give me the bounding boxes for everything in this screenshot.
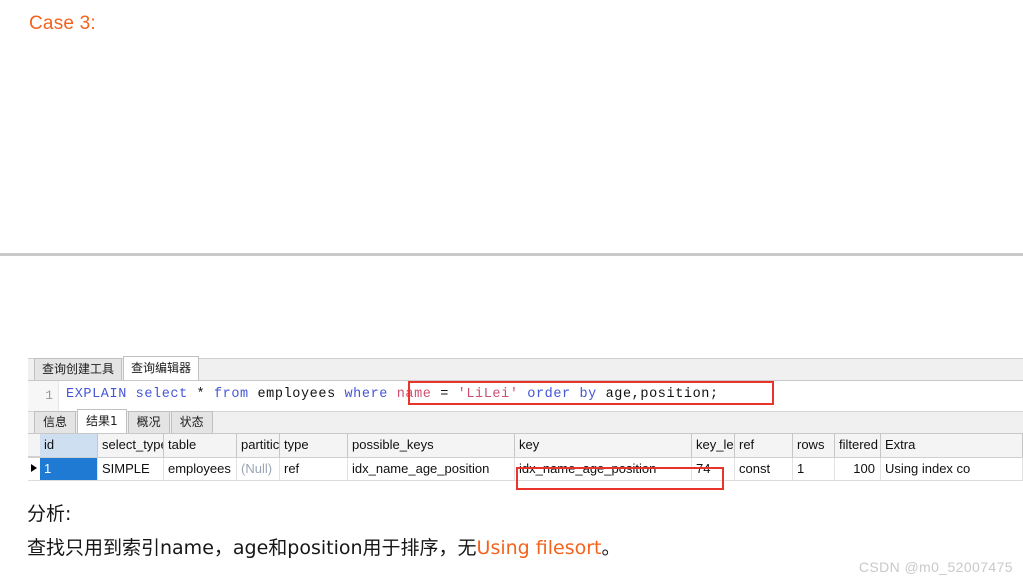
column-header-select-type[interactable]: select_type [98, 434, 164, 457]
column-header-table[interactable]: table [164, 434, 237, 457]
sql-token-order: order [527, 387, 571, 402]
row-marker-spacer [28, 434, 40, 457]
analysis-text-after: 。 [601, 537, 621, 559]
sql-space-2 [205, 387, 214, 402]
editor-gutter: 1 [28, 381, 59, 411]
row-selector[interactable] [28, 458, 40, 481]
cell-filtered[interactable]: 100 [835, 458, 881, 481]
page-title: Case 3: [29, 13, 96, 34]
column-header-id[interactable]: id [40, 434, 98, 457]
line-number: 1 [45, 388, 53, 403]
column-header-possible-keys[interactable]: possible_keys [348, 434, 515, 457]
table-body: 1 SIMPLE employees (Null) ref idx_name_age_po… [28, 458, 1023, 481]
tab-profile[interactable]: 概况 [127, 411, 170, 433]
sql-statement[interactable]: EXPLAIN select * from employees where na… [66, 387, 719, 402]
column-header-partitic[interactable]: partitic [237, 434, 280, 457]
sql-editor[interactable]: 1 EXPLAIN select * from employees where … [28, 381, 1023, 412]
column-header-key[interactable]: key [515, 434, 692, 457]
tab-status[interactable]: 状态 [170, 411, 213, 433]
tab-result-1[interactable]: 结果1 [77, 409, 127, 433]
sql-token-equals: = [431, 387, 458, 402]
analysis-text: 查找只用到索引name，age和position用于排序，无Using file… [27, 533, 621, 560]
cell-select-type[interactable]: SIMPLE [98, 458, 164, 481]
sql-space-0 [127, 387, 136, 402]
watermark: CSDN @m0_52007475 [858, 559, 1013, 575]
column-header-rows[interactable]: rows [793, 434, 835, 457]
sql-token-literal: 'LiLei' [457, 387, 519, 402]
current-row-arrow-icon [31, 464, 37, 472]
column-header-ref[interactable]: ref [735, 434, 793, 457]
table-header-row: id select_type table partitic type possible_k… [28, 434, 1023, 458]
explain-result-grid: id select_type table partitic type possible_k… [28, 434, 1023, 481]
slide-divider [0, 253, 1023, 256]
cell-type[interactable]: ref [280, 458, 348, 481]
analysis-text-before: 查找只用到索引name，age和position用于排序，无 [27, 537, 477, 559]
cell-partitic[interactable]: (Null) [237, 458, 280, 481]
sql-space-1 [188, 387, 197, 402]
analysis-emphasis: Using filesort [476, 537, 602, 559]
analysis-label: 分析: [27, 503, 72, 525]
sql-space-5 [388, 387, 397, 402]
sql-token-select: select [135, 387, 188, 402]
tab-query-editor[interactable]: 查询编辑器 [123, 356, 200, 380]
cell-Extra[interactable]: Using index co [881, 458, 1023, 481]
sql-token-explain: EXPLAIN [66, 387, 127, 402]
cell-table[interactable]: employees [164, 458, 237, 481]
column-header-Extra[interactable]: Extra [881, 434, 1023, 457]
tab-info[interactable]: 信息 [34, 411, 77, 433]
cell-possible-keys[interactable]: idx_name_age_position [348, 458, 515, 481]
cell-key-len[interactable]: 74 [692, 458, 735, 481]
cell-rows[interactable]: 1 [793, 458, 835, 481]
cell-key[interactable]: idx_name_age_position [515, 458, 692, 481]
sql-token-column-name: name [396, 387, 432, 402]
sql-token-star: * [196, 387, 206, 402]
tab-query-builder[interactable]: 查询创建工具 [34, 358, 123, 380]
cell-ref[interactable]: const [735, 458, 793, 481]
sql-token-table: employees [257, 387, 336, 402]
result-tab-strip: 信息 结果1 概况 状态 [28, 409, 1023, 434]
column-header-type[interactable]: type [280, 434, 348, 457]
column-header-filtered[interactable]: filtered [835, 434, 881, 457]
sql-token-from: from [213, 387, 249, 402]
table-row[interactable]: 1 SIMPLE employees (Null) ref idx_name_age_po… [28, 458, 1023, 481]
editor-tab-strip: 查询创建工具 查询编辑器 [28, 356, 1023, 381]
sql-space-8 [597, 387, 606, 402]
column-header-key-len[interactable]: key_len [692, 434, 735, 457]
database-client-window: 查询创建工具 查询编辑器 1 EXPLAIN select * from emp… [28, 356, 1023, 494]
sql-token-where: where [344, 387, 388, 402]
cell-id[interactable]: 1 [40, 458, 98, 481]
sql-token-by: by [579, 387, 597, 402]
sql-token-order-cols: age,position; [605, 387, 719, 402]
sql-space-6 [519, 387, 528, 402]
